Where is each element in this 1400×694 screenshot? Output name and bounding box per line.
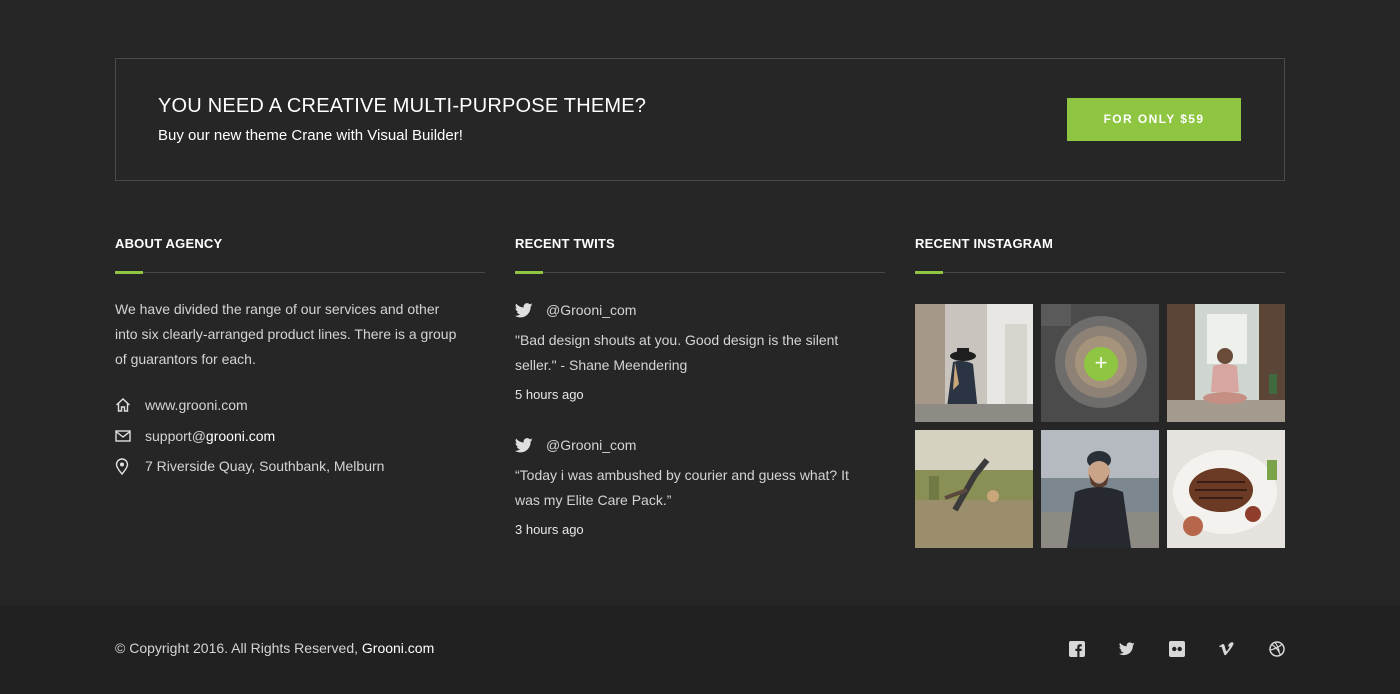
contact-list: www.grooni.com support@grooni.com 7 Rive…	[115, 390, 485, 482]
cta-banner: YOU NEED A CREATIVE MULTI-PURPOSE THEME?…	[115, 58, 1285, 181]
instagram-photo-yoga[interactable]	[1167, 304, 1285, 422]
instagram-photo-cartwheel[interactable]	[915, 430, 1033, 548]
about-text: We have divided the range of our service…	[115, 301, 457, 367]
tweet-text: “Today i was ambushed by courier and gue…	[515, 467, 849, 508]
contact-address: 7 Riverside Quay, Southbank, Melburn	[115, 451, 485, 482]
instagram-photo-man-lake[interactable]	[1041, 430, 1159, 548]
tweet-item: @Grooni_com “Today i was ambushed by cou…	[515, 436, 885, 537]
twitter-icon[interactable]	[1118, 640, 1135, 657]
location-pin-icon	[115, 458, 145, 475]
tweet-handle[interactable]: @Grooni_com	[546, 437, 636, 453]
cta-title: YOU NEED A CREATIVE MULTI-PURPOSE THEME?	[158, 95, 647, 117]
instagram-grid: +	[915, 304, 1285, 548]
facebook-icon[interactable]	[1068, 640, 1085, 657]
vimeo-icon[interactable]	[1218, 640, 1235, 657]
tweet-item: @Grooni_com "Bad design shouts at you. G…	[515, 301, 885, 402]
recent-twits-title: RECENT TWITS	[515, 236, 615, 251]
tweet-handle[interactable]: @Grooni_com	[546, 302, 636, 318]
home-icon	[115, 397, 145, 413]
email-domain: grooni.com	[205, 427, 276, 444]
recent-twits-section: RECENT TWITS @Grooni_com "Bad design sho…	[515, 236, 885, 537]
instagram-photo-steak[interactable]	[1167, 430, 1285, 548]
buy-theme-button[interactable]: FOR ONLY $59	[1067, 98, 1241, 141]
tweet-time: 3 hours ago	[515, 522, 584, 537]
copyright-prefix: © Copyright 2016. All Rights Reserved,	[115, 640, 362, 656]
about-agency-section: ABOUT AGENCY We have divided the range o…	[115, 236, 485, 482]
flickr-icon[interactable]	[1168, 640, 1185, 657]
dribbble-icon[interactable]	[1268, 640, 1285, 657]
copyright-brand-link[interactable]: Grooni.com	[362, 640, 434, 656]
address-text: 7 Riverside Quay, Southbank, Melburn	[145, 458, 385, 475]
section-divider	[115, 271, 485, 274]
twitter-icon	[515, 437, 546, 453]
plus-icon[interactable]: +	[1084, 347, 1118, 381]
tweet-time: 5 hours ago	[515, 387, 584, 402]
tweet-text: "Bad design shouts at you. Good design i…	[515, 332, 839, 373]
contact-website: www.grooni.com	[115, 390, 485, 421]
email-link[interactable]: support@grooni.com	[145, 428, 275, 444]
recent-instagram-title: RECENT INSTAGRAM	[915, 236, 1054, 251]
section-divider	[515, 271, 885, 274]
contact-email: support@grooni.com	[115, 421, 485, 452]
social-links	[1068, 640, 1285, 657]
cta-subtitle: Buy our new theme Crane with Visual Buil…	[158, 127, 463, 144]
twitter-icon	[515, 302, 546, 318]
section-divider	[915, 271, 1285, 274]
recent-instagram-section: RECENT INSTAGRAM +	[915, 236, 1285, 548]
mail-icon	[115, 430, 145, 442]
about-agency-title: ABOUT AGENCY	[115, 236, 223, 251]
email-prefix: support@	[145, 427, 206, 444]
instagram-photo-woman-walking[interactable]	[915, 304, 1033, 422]
website-link[interactable]: www.grooni.com	[145, 397, 248, 413]
footer-bar: © Copyright 2016. All Rights Reserved, G…	[0, 605, 1400, 694]
copyright-text: © Copyright 2016. All Rights Reserved, G…	[115, 640, 434, 656]
instagram-photo-coffee[interactable]: +	[1041, 304, 1159, 422]
